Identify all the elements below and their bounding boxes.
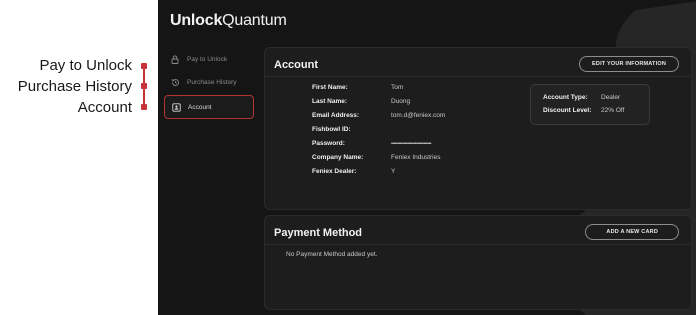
account-type-label: Account Type: bbox=[543, 94, 588, 101]
field-label: Feniex Dealer: bbox=[312, 168, 357, 175]
divider bbox=[265, 244, 691, 245]
callout-pay-to-unlock: Pay to Unlock bbox=[39, 57, 132, 74]
brand-bold: Unlock bbox=[170, 12, 223, 29]
field-label: Company Name: bbox=[312, 154, 364, 161]
info-row-password: Password: ••••••••••••••••••••••••••••••… bbox=[312, 140, 432, 151]
sidebar-item-label: Account bbox=[188, 103, 212, 111]
brand-logo[interactable]: UnlockQuantum bbox=[170, 12, 287, 30]
sidebar-item-purchase-history[interactable]: Purchase History bbox=[164, 71, 252, 93]
field-value: tom.d@feniex.com bbox=[391, 112, 446, 119]
account-type-box: Account Type: Dealer Discount Level: 22%… bbox=[530, 84, 650, 125]
add-new-card-button[interactable]: ADD A NEW CARD bbox=[585, 224, 679, 240]
sidebar-item-account[interactable]: Account bbox=[164, 95, 254, 119]
discount-level-row: Discount Level: 22% Off bbox=[543, 107, 624, 114]
callout-annotations: Pay to Unlock Purchase History Account bbox=[0, 0, 160, 315]
account-title: Account bbox=[274, 59, 318, 71]
account-card-icon bbox=[171, 102, 181, 112]
divider bbox=[265, 76, 691, 77]
callout-account: Account bbox=[77, 99, 132, 116]
field-label: Last Name: bbox=[312, 98, 348, 105]
info-row-company-name: Company Name: Feniex Industries bbox=[312, 154, 441, 165]
field-value: Y bbox=[391, 168, 396, 175]
discount-level-value: 22% Off bbox=[601, 107, 625, 114]
info-row-feniex-dealer: Feniex Dealer: Y bbox=[312, 168, 395, 179]
callout-dot bbox=[141, 104, 147, 110]
payment-method-panel: Payment Method ADD A NEW CARD No Payment… bbox=[264, 215, 692, 310]
field-label: First Name: bbox=[312, 84, 348, 91]
history-icon bbox=[170, 77, 180, 87]
discount-level-label: Discount Level: bbox=[543, 107, 592, 114]
field-value: Feniex Industries bbox=[391, 154, 441, 161]
field-value: Tom bbox=[391, 84, 404, 91]
info-row-fishbowl-id: Fishbowl ID: bbox=[312, 126, 391, 137]
account-type-value: Dealer bbox=[601, 94, 621, 101]
field-label: Fishbowl ID: bbox=[312, 126, 351, 133]
account-panel: Account EDIT YOUR INFORMATION First Name… bbox=[264, 47, 692, 210]
payment-method-title: Payment Method bbox=[274, 227, 363, 239]
field-label: Email Address: bbox=[312, 112, 360, 119]
field-label: Password: bbox=[312, 140, 345, 147]
callout-dot bbox=[141, 83, 147, 89]
info-row-last-name: Last Name: Duong bbox=[312, 98, 410, 109]
no-payment-method-message: No Payment Method added yet. bbox=[286, 251, 378, 258]
account-type-row: Account Type: Dealer bbox=[543, 94, 620, 101]
field-value: Duong bbox=[391, 98, 411, 105]
lock-icon bbox=[170, 54, 180, 64]
app-window: UnlockQuantum Pay to Unlock Purchase His… bbox=[158, 0, 696, 315]
sidebar-item-pay-to-unlock[interactable]: Pay to Unlock bbox=[164, 48, 252, 70]
callout-dot bbox=[141, 63, 147, 69]
sidebar-item-label: Purchase History bbox=[187, 78, 237, 86]
info-row-first-name: First Name: Tom bbox=[312, 84, 403, 95]
callout-purchase-history: Purchase History bbox=[17, 78, 132, 95]
sidebar-item-label: Pay to Unlock bbox=[187, 55, 228, 63]
edit-information-button[interactable]: EDIT YOUR INFORMATION bbox=[579, 56, 679, 72]
password-mask: •••••••••••••••••••••••••••••••• bbox=[391, 141, 432, 147]
info-row-email: Email Address: tom.d@feniex.com bbox=[312, 112, 445, 123]
brand-light: Quantum bbox=[222, 12, 287, 29]
